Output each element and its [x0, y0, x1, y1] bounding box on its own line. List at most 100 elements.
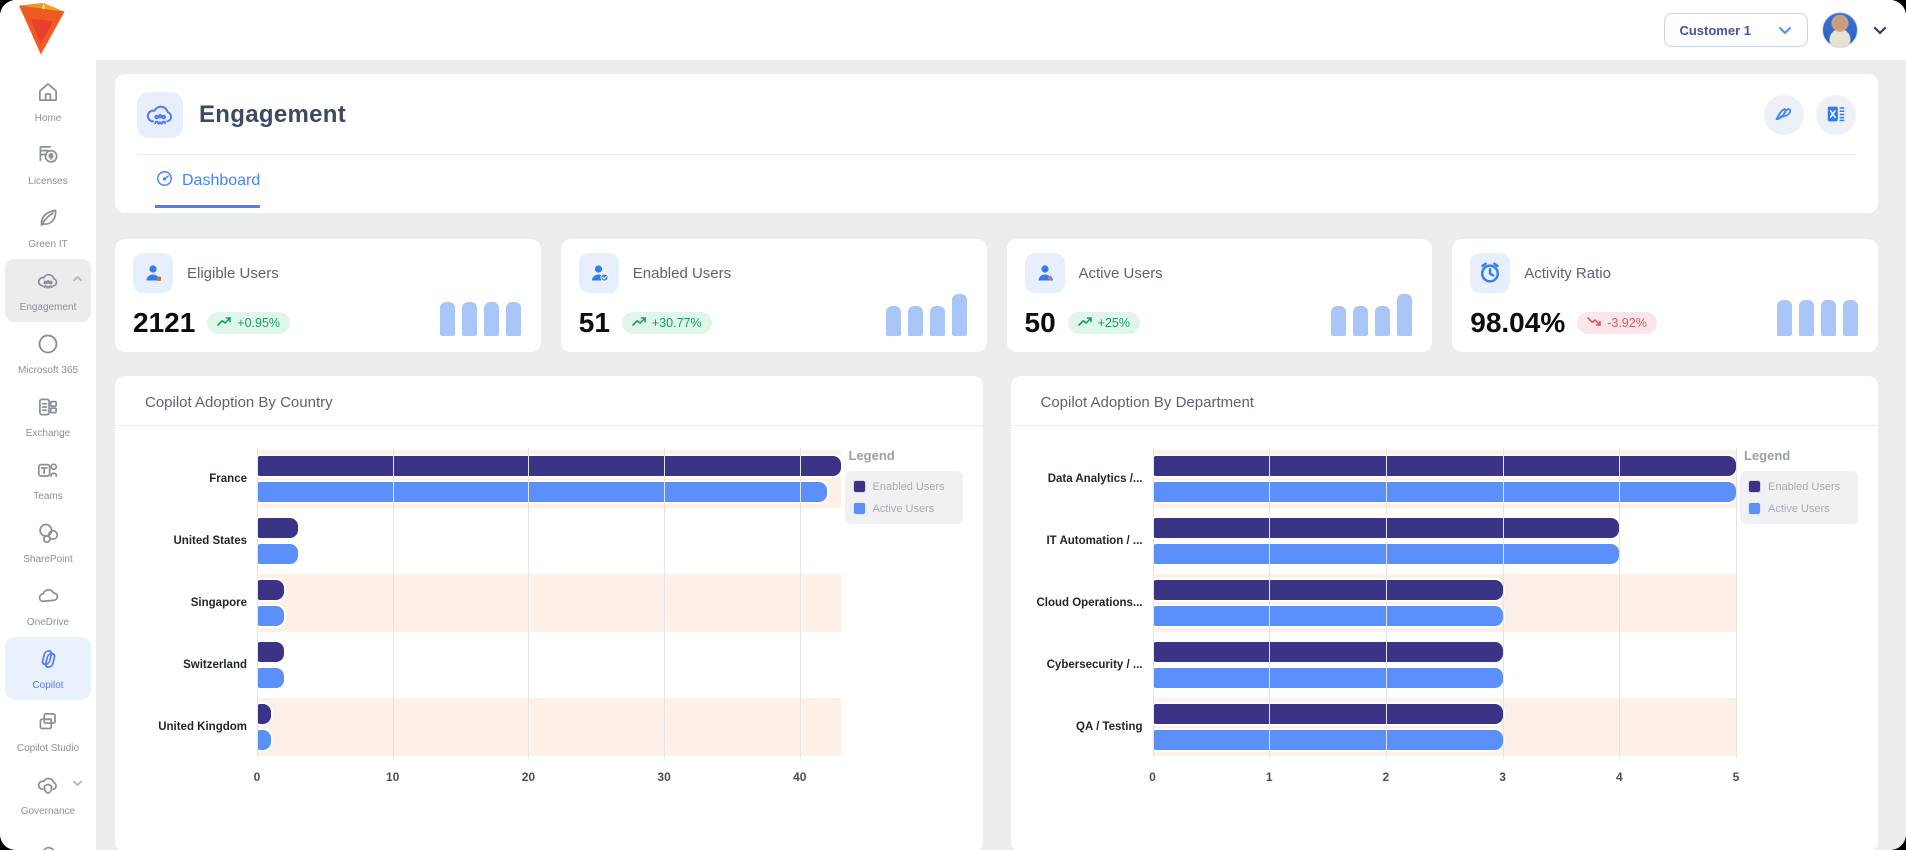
- governance-icon: [35, 772, 61, 803]
- sidebar-item-label: Exchange: [26, 428, 70, 439]
- gridline: [664, 448, 665, 758]
- kpi-card-eligible-users: Eligible Users 2121 +0.95%: [115, 239, 541, 352]
- gridline: [393, 448, 394, 758]
- chart-title: Copilot Adoption By Department: [1011, 376, 1879, 425]
- legend-item-enabled-users[interactable]: Enabled Users: [853, 480, 955, 493]
- kpi-label: Activity Ratio: [1524, 265, 1611, 282]
- sparkline-bar: [1331, 306, 1346, 336]
- category-label: United States: [125, 510, 257, 572]
- sidebar: Home Licenses Green ITEngagementMicrosoft …: [0, 60, 96, 850]
- sparkline-bar: [440, 302, 455, 336]
- excel-icon: [1825, 103, 1847, 128]
- gridline: [1503, 448, 1504, 758]
- kpi-sparkline: [440, 292, 521, 336]
- sidebar-item-copilot-studio[interactable]: Copilot Studio: [5, 700, 91, 763]
- exchange-icon: [35, 394, 61, 425]
- legend-swatch: [853, 502, 866, 515]
- topbar: Customer 1: [0, 0, 1906, 60]
- cloud-icon: [35, 841, 61, 850]
- sparkline-bar: [886, 306, 901, 336]
- sidebar-item-home[interactable]: Home: [5, 70, 91, 133]
- kpi-delta: +0.95%: [237, 316, 280, 330]
- axis-tick-label: 10: [386, 770, 399, 784]
- sidebar-item-label: OneDrive: [27, 617, 69, 628]
- excel-export-button[interactable]: [1816, 95, 1856, 135]
- legend-item-enabled-users[interactable]: Enabled Users: [1748, 480, 1850, 493]
- chart-card-country: Copilot Adoption By Country FranceUnited…: [115, 376, 983, 850]
- kpi-card-enabled-users: Enabled Users 51 +30.77%: [561, 239, 987, 352]
- customer-selector-value: Customer 1: [1679, 23, 1751, 38]
- trend-up-icon: [1078, 316, 1093, 330]
- sidebar-item-exchange[interactable]: Exchange: [5, 385, 91, 448]
- kpi-value: 2121: [133, 307, 195, 339]
- avatar[interactable]: [1822, 12, 1858, 48]
- tab-dashboard-label: Dashboard: [182, 172, 260, 190]
- charts-row: Copilot Adoption By Country FranceUnited…: [115, 376, 1878, 850]
- app-window: Customer 1 HomeLicensesGreen ITEngagemen…: [0, 0, 1906, 850]
- licenses-icon: [35, 142, 61, 173]
- legend-swatch: [1748, 480, 1761, 493]
- gridline: [1269, 448, 1270, 758]
- chart-legend: Legend Enabled Users Active Users: [841, 448, 969, 792]
- engagement-icon: [35, 268, 61, 299]
- axis-tick-label: 30: [657, 770, 670, 784]
- trend-up-icon: [632, 316, 647, 330]
- sidebar-item-governance[interactable]: Governance: [5, 763, 91, 826]
- category-label: Switzerland: [125, 634, 257, 696]
- copilot-studio-icon: [35, 709, 61, 740]
- chevron-down-icon: [72, 779, 83, 790]
- sidebar-item-microsoft-365[interactable]: Microsoft 365: [5, 322, 91, 385]
- sidebar-item-sharepoint[interactable]: SharePoint: [5, 511, 91, 574]
- sidebar-item-copilot[interactable]: Copilot: [5, 637, 91, 700]
- page-title: Engagement: [199, 101, 346, 129]
- axis-tick-label: 20: [522, 770, 535, 784]
- category-label: United Kingdom: [125, 696, 257, 758]
- engagement-cloud-icon: [137, 92, 183, 138]
- sidebar-item-partial[interactable]: [5, 826, 91, 850]
- legend-title: Legend: [845, 448, 963, 463]
- gridline: [1619, 448, 1620, 758]
- legend-item-active-users[interactable]: Active Users: [1748, 502, 1850, 515]
- category-label: Singapore: [125, 572, 257, 634]
- axis-tick-label: 2: [1383, 770, 1390, 784]
- teams-icon: [35, 457, 61, 488]
- sparkline-bar: [952, 294, 967, 336]
- chart-card-department: Copilot Adoption By Department Data Anal…: [1011, 376, 1879, 850]
- sparkline-bar: [1799, 300, 1814, 336]
- sidebar-item-onedrive[interactable]: OneDrive: [5, 574, 91, 637]
- kpi-value: 50: [1025, 307, 1056, 339]
- kpi-delta: +30.77%: [652, 316, 702, 330]
- gridline: [1736, 448, 1737, 758]
- kpi-delta: -3.92%: [1607, 316, 1647, 330]
- x-axis: 012345: [1153, 758, 1737, 792]
- chart-legend: Legend Enabled Users Active Users: [1736, 448, 1864, 792]
- axis-tick-label: 40: [793, 770, 806, 784]
- sparkline-bar: [908, 306, 923, 336]
- axis-tick-label: 4: [1616, 770, 1623, 784]
- sidebar-item-label: Copilot Studio: [17, 743, 79, 754]
- chevron-down-icon: [1777, 22, 1793, 38]
- sparkline-bar: [1821, 300, 1836, 336]
- sidebar-item-licenses[interactable]: Licenses: [5, 133, 91, 196]
- trend-up-icon: [217, 316, 232, 330]
- gridline: [1386, 448, 1387, 758]
- customer-selector[interactable]: Customer 1: [1664, 13, 1808, 47]
- sidebar-item-label: Licenses: [28, 176, 67, 187]
- category-label: Cloud Operations...: [1021, 572, 1153, 634]
- tab-dashboard[interactable]: Dashboard: [155, 169, 260, 208]
- sidebar-item-label: Governance: [21, 806, 75, 817]
- sidebar-item-engagement[interactable]: Engagement: [5, 259, 91, 322]
- kpi-sparkline: [1331, 292, 1412, 336]
- sidebar-item-green-it[interactable]: Green IT: [5, 196, 91, 259]
- profile-chevron-down-icon[interactable]: [1872, 22, 1888, 38]
- kpi-value: 98.04%: [1470, 307, 1565, 339]
- sidebar-item-teams[interactable]: Teams: [5, 448, 91, 511]
- chevron-up-icon: [72, 275, 83, 286]
- page-header-card: Engagement Dashboard: [115, 74, 1878, 213]
- fox-logo: [12, 2, 68, 58]
- legend-item-active-users[interactable]: Active Users: [853, 502, 955, 515]
- sidebar-item-label: Home: [35, 113, 62, 124]
- kpi-label: Enabled Users: [633, 265, 731, 282]
- kpi-value: 51: [579, 307, 610, 339]
- pdf-export-button[interactable]: [1764, 95, 1804, 135]
